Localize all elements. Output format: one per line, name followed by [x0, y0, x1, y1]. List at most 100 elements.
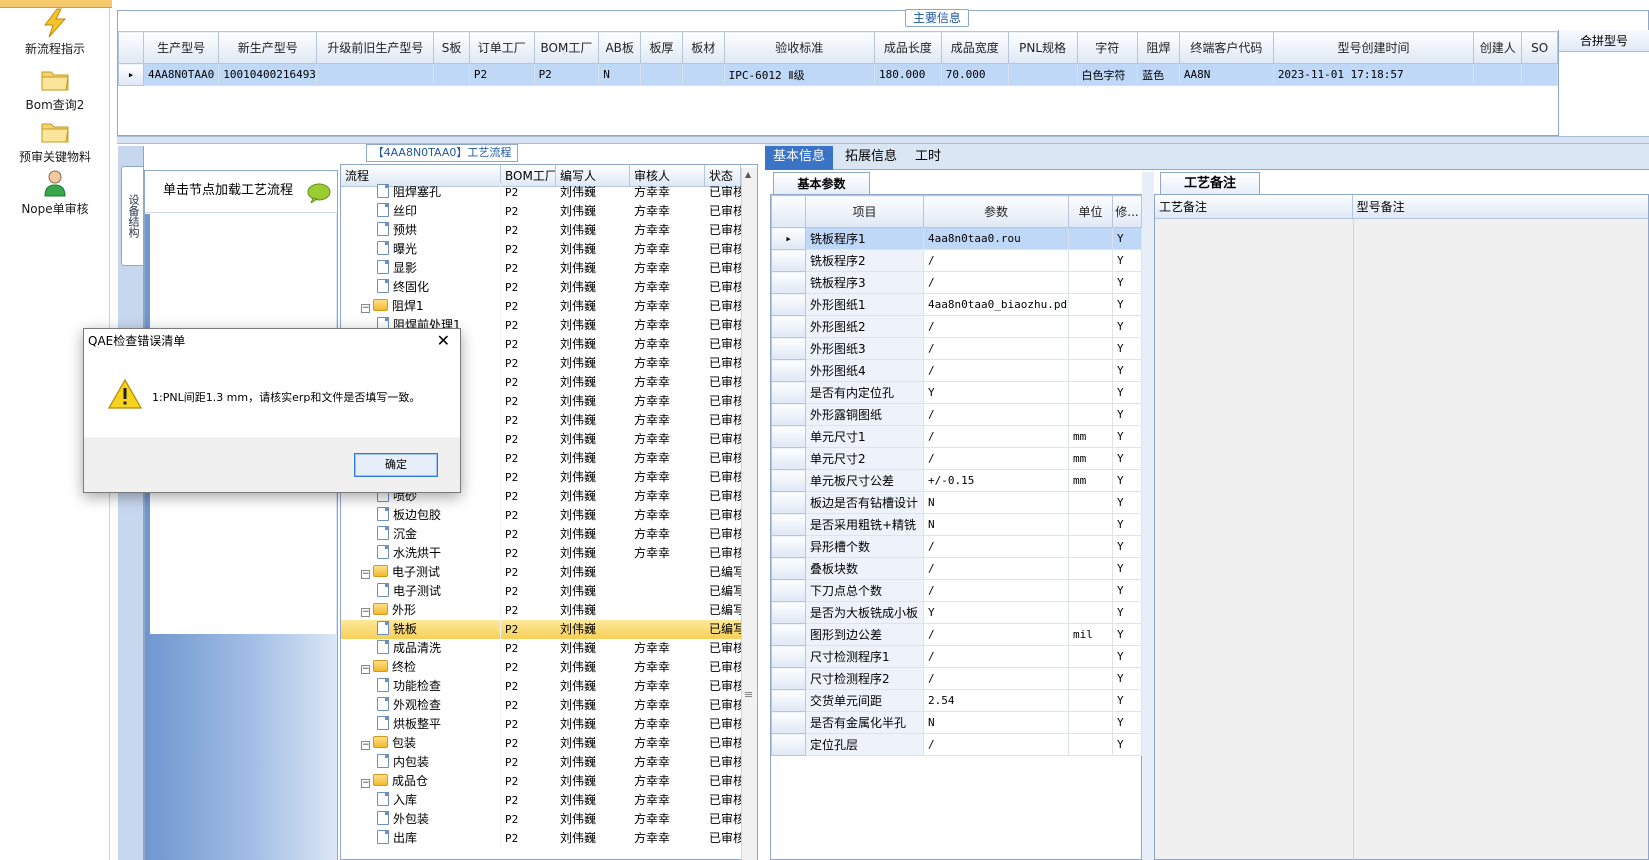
table-cell[interactable]: P2	[468, 63, 535, 86]
param-value[interactable]: N	[923, 491, 1069, 514]
table-row[interactable]: 叠板块数 / Y	[771, 557, 1142, 580]
column-header[interactable]: 终端客户代码	[1178, 31, 1274, 64]
launcher-item-bom-query[interactable]: Bom查询2	[0, 64, 110, 113]
tree-node[interactable]: − 终检 P2 刘伟巍 方幸幸 已审核	[341, 658, 757, 677]
collapse-icon[interactable]: −	[361, 608, 370, 617]
table-row[interactable]: 铣板程序3/ Y	[771, 271, 1142, 294]
table-cell[interactable]	[681, 63, 725, 86]
table-row[interactable]: ▸ 4AA8N0TAA0 10010400216493 P2 P2 N IPC-6012 Ⅱ…	[117, 63, 1558, 86]
table-row[interactable]: 是否有内定位孔 Y Y	[771, 381, 1142, 404]
tree-node[interactable]: 内包装 P2 刘伟巍 方幸幸 已审核	[341, 753, 757, 772]
tree-node[interactable]: − 电子测试 P2 刘伟巍 已编写	[341, 563, 757, 582]
param-value[interactable]: +/-0.15	[923, 469, 1069, 492]
tree-node[interactable]: 预烘 P2 刘伟巍 方幸幸 已审核	[341, 221, 757, 240]
collapse-icon[interactable]: −	[361, 741, 370, 750]
column-header[interactable]: S板	[433, 31, 470, 64]
collapse-icon[interactable]: −	[361, 304, 370, 313]
table-row[interactable]: 外形图纸3/ Y	[771, 337, 1142, 360]
table-row[interactable]: 是否为大板铣成小板 Y Y	[771, 601, 1142, 624]
tree-node[interactable]: 沉金 P2 刘伟巍 方幸幸 已审核	[341, 525, 757, 544]
ok-button[interactable]: 确定	[354, 453, 438, 477]
param-value[interactable]: /	[923, 667, 1069, 690]
tree-node[interactable]: − 包装 P2 刘伟巍 方幸幸 已审核	[341, 734, 757, 753]
param-value[interactable]: 2.54	[923, 689, 1069, 712]
tab-basic-params[interactable]: 基本参数	[773, 172, 870, 194]
panel-splitter[interactable]	[1142, 172, 1154, 860]
tree-node[interactable]: 外观检查 P2 刘伟巍 方幸幸 已审核	[341, 696, 757, 715]
table-cell[interactable]	[1007, 63, 1078, 86]
param-value[interactable]: N	[923, 711, 1069, 734]
column-header[interactable]: 板厚	[640, 31, 683, 64]
table-cell[interactable]: N	[598, 63, 642, 86]
tree-node[interactable]: 铣板 P2 刘伟巍 已编写	[341, 620, 757, 639]
table-row[interactable]: 外形图纸2/ Y	[771, 315, 1142, 338]
tree-node[interactable]: 显影 P2 刘伟巍 方幸幸 已审核	[341, 259, 757, 278]
table-row[interactable]: 铣板程序2/ Y	[771, 249, 1142, 272]
column-header[interactable]: 创建人	[1473, 31, 1523, 64]
param-value[interactable]: /	[923, 623, 1069, 646]
table-row[interactable]: 是否有金属化半孔 N Y	[771, 711, 1142, 734]
column-header[interactable]: 字符	[1076, 31, 1139, 64]
side-tab-device-structure[interactable]: 设备结构	[121, 166, 143, 266]
scroll-up-arrow-icon[interactable]: ▲	[745, 170, 751, 179]
param-value[interactable]: Y	[923, 601, 1069, 624]
tab-basic-info[interactable]: 基本信息	[765, 146, 834, 170]
param-value[interactable]: /	[923, 447, 1069, 470]
table-row[interactable]: 外形图纸1 4aa8n0taa0_biaozhu.pdf Y	[771, 293, 1142, 316]
collapse-icon[interactable]: −	[361, 570, 370, 579]
node-panel-header[interactable]: 单击节点加载工艺流程	[145, 171, 337, 213]
param-value[interactable]: Y	[923, 381, 1069, 404]
tree-node[interactable]: 电子测试 P2 刘伟巍 已编写	[341, 582, 757, 601]
table-cell[interactable]: P2	[533, 63, 600, 86]
table-row[interactable]: 外形图纸4/ Y	[771, 359, 1142, 382]
tab-extended-info[interactable]: 拓展信息	[837, 146, 905, 170]
table-row[interactable]: 板边是否有钻槽设计 N Y	[771, 491, 1142, 514]
tree-node[interactable]: 曝光 P2 刘伟巍 方幸幸 已审核	[341, 240, 757, 259]
table-row[interactable]: 定位孔层 / Y	[771, 733, 1142, 756]
process-scrollbar[interactable]: ▲ ≡	[741, 168, 757, 860]
param-value[interactable]: /	[923, 271, 1069, 294]
column-header[interactable]: 项目	[805, 195, 924, 228]
table-row[interactable]: 单元尺寸2/mm Y	[771, 447, 1142, 470]
param-value[interactable]: 4aa8n0taa0.rou	[923, 227, 1069, 250]
table-cell[interactable]: IPC-6012 Ⅱ级	[723, 63, 875, 86]
collapse-icon[interactable]: −	[361, 665, 370, 674]
param-value[interactable]: /	[923, 425, 1069, 448]
table-row[interactable]: ▸ 铣板程序1 4aa8n0taa0.rou Y	[771, 227, 1142, 250]
table-row[interactable]: 交货单元间距 2.54 Y	[771, 689, 1142, 712]
table-row[interactable]: 异形槽个数 / Y	[771, 535, 1142, 558]
tree-node[interactable]: 功能检查 P2 刘伟巍 方幸幸 已审核	[341, 677, 757, 696]
column-header[interactable]: 参数	[923, 195, 1069, 228]
table-row[interactable]: 单元尺寸1/mm Y	[771, 425, 1142, 448]
collapse-icon[interactable]: −	[361, 779, 370, 788]
column-header[interactable]: 成品宽度	[940, 31, 1009, 64]
column-header[interactable]: 修...	[1112, 195, 1142, 228]
column-header[interactable]: 型号创建时间	[1272, 31, 1475, 64]
table-cell[interactable]	[1521, 63, 1558, 86]
table-row[interactable]: 下刀点总个数 / Y	[771, 579, 1142, 602]
param-value[interactable]: /	[923, 535, 1069, 558]
tree-node[interactable]: − 外形 P2 刘伟巍 已编写	[341, 601, 757, 620]
launcher-item-nope-review[interactable]: Nope单审核	[0, 168, 110, 217]
param-value[interactable]: /	[923, 359, 1069, 382]
column-header[interactable]: 单位	[1068, 195, 1113, 228]
tree-node[interactable]: − 阻焊1 P2 刘伟巍 方幸幸 已审核	[341, 297, 757, 316]
column-header[interactable]: 成品长度	[873, 31, 942, 64]
tree-node[interactable]: − 成品仓 P2 刘伟巍 方幸幸 已审核	[341, 772, 757, 791]
table-row[interactable]: 外形露铜图纸 / Y	[771, 403, 1142, 426]
launcher-item-key-material[interactable]: 预审关键物料	[0, 116, 110, 165]
table-cell[interactable]: 10010400216493	[218, 63, 318, 86]
column-header[interactable]: 升级前旧生产型号	[316, 31, 435, 64]
launcher-item-new-flow[interactable]: 新流程指示	[0, 8, 110, 57]
column-header[interactable]: 生产型号	[143, 31, 220, 64]
tree-node[interactable]: 丝印 P2 刘伟巍 方幸幸 已审核	[341, 202, 757, 221]
table-row[interactable]: 单元板尺寸公差 +/-0.15 mm Y	[771, 469, 1142, 492]
tree-node[interactable]: 烘板整平 P2 刘伟巍 方幸幸 已审核	[341, 715, 757, 734]
table-cell[interactable]: 白色字符	[1076, 63, 1139, 86]
horizontal-splitter[interactable]	[117, 136, 1649, 144]
table-cell[interactable]: AA8N	[1178, 63, 1274, 86]
tree-node[interactable]: 出库 P2 刘伟巍 方幸幸 已审核	[341, 829, 757, 848]
param-value[interactable]: /	[923, 403, 1069, 426]
scroll-grip-icon[interactable]: ≡	[744, 688, 753, 701]
param-value[interactable]: /	[923, 579, 1069, 602]
